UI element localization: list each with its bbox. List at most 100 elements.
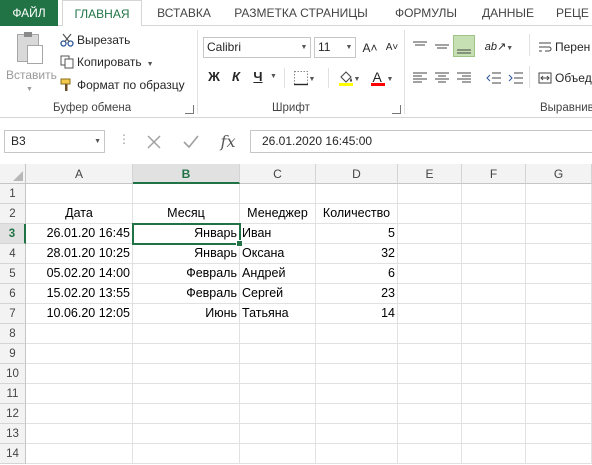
enter-button[interactable] [177, 130, 205, 153]
manager-cell[interactable]: Андрей [240, 264, 316, 284]
grid-cell[interactable] [316, 404, 398, 424]
month-cell[interactable]: Январь [133, 224, 240, 244]
row-header-5[interactable]: 5 [0, 264, 26, 284]
grid-cell[interactable] [526, 424, 592, 444]
align-bottom-button[interactable] [453, 35, 475, 57]
row-header-4[interactable]: 4 [0, 244, 26, 264]
row-header-10[interactable]: 10 [0, 364, 26, 384]
row-header-1[interactable]: 1 [0, 184, 26, 204]
quantity-cell[interactable]: 5 [316, 224, 398, 244]
date-cell[interactable]: 15.02.20 13:55 [26, 284, 133, 304]
grid-cell[interactable] [26, 324, 133, 344]
grid-cell[interactable] [240, 404, 316, 424]
grid-cell[interactable] [462, 344, 526, 364]
grid-cell[interactable] [462, 424, 526, 444]
month-cell[interactable]: Февраль [133, 264, 240, 284]
row-header-13[interactable]: 13 [0, 424, 26, 444]
insert-function-button[interactable]: fx [214, 130, 242, 153]
clipboard-launcher-icon[interactable] [185, 105, 194, 114]
grid-cell[interactable] [240, 184, 316, 204]
column-header-g[interactable]: G [526, 164, 592, 184]
grid-cell[interactable] [462, 444, 526, 464]
chevron-down-icon[interactable]: ▼ [147, 61, 154, 68]
grid-cell[interactable] [316, 444, 398, 464]
grid-cell[interactable] [398, 204, 462, 224]
orientation-button[interactable]: ab↗▼ [483, 35, 515, 57]
grid-cell[interactable] [316, 344, 398, 364]
column-header-e[interactable]: E [398, 164, 462, 184]
header-cell-date[interactable]: Дата [26, 204, 133, 224]
font-size-select[interactable]: 11 ▼ [314, 37, 356, 58]
column-header-f[interactable]: F [462, 164, 526, 184]
grid-cell[interactable] [240, 444, 316, 464]
shrink-font-button[interactable]: A˅ [381, 37, 403, 59]
grid-cell[interactable] [133, 324, 240, 344]
decrease-indent-button[interactable] [483, 66, 505, 88]
grid-cell[interactable] [398, 224, 462, 244]
grid-cell[interactable] [133, 384, 240, 404]
grid-cell[interactable] [240, 364, 316, 384]
borders-button[interactable]: ▼ [289, 66, 319, 88]
bold-button[interactable]: Ж [203, 66, 225, 88]
grid-cell[interactable] [240, 324, 316, 344]
row-header-9[interactable]: 9 [0, 344, 26, 364]
manager-cell[interactable]: Татьяна [240, 304, 316, 324]
grid-cell[interactable] [133, 424, 240, 444]
grid-cell[interactable] [462, 204, 526, 224]
row-header-3[interactable]: 3 [0, 224, 26, 244]
grid-cell[interactable] [26, 364, 133, 384]
date-cell[interactable]: 10.06.20 12:05 [26, 304, 133, 324]
grid-cell[interactable] [133, 364, 240, 384]
tab-review[interactable]: РЕЦЕ [556, 0, 592, 26]
cut-button[interactable]: Вырезать [60, 30, 130, 50]
font-name-select[interactable]: Calibri ▼ [203, 37, 311, 58]
grid-cell[interactable] [526, 184, 592, 204]
more-vertical-icon[interactable]: ⋮ [118, 132, 130, 146]
grid-cell[interactable] [398, 264, 462, 284]
row-header-11[interactable]: 11 [0, 384, 26, 404]
month-cell[interactable]: Июнь [133, 304, 240, 324]
row-header-6[interactable]: 6 [0, 284, 26, 304]
grid-cell[interactable] [26, 344, 133, 364]
column-header-c[interactable]: C [240, 164, 316, 184]
grid-cell[interactable] [398, 364, 462, 384]
month-cell[interactable]: Февраль [133, 284, 240, 304]
grid-cell[interactable] [26, 404, 133, 424]
fill-color-button[interactable]: ▼ [334, 66, 364, 88]
grid-cell[interactable] [133, 404, 240, 424]
grid-cell[interactable] [398, 244, 462, 264]
quantity-cell[interactable]: 32 [316, 244, 398, 264]
grid-cell[interactable] [462, 364, 526, 384]
grid-cell[interactable] [316, 384, 398, 404]
align-middle-button[interactable] [431, 35, 453, 57]
italic-button[interactable]: К [225, 66, 247, 88]
column-header-a[interactable]: A [26, 164, 133, 184]
column-header-d[interactable]: D [316, 164, 398, 184]
grid-cell[interactable] [526, 304, 592, 324]
merge-button[interactable]: Объед [538, 68, 592, 88]
header-cell-quantity[interactable]: Количество [316, 204, 398, 224]
underline-button[interactable]: Ч [247, 66, 269, 88]
grid-cell[interactable] [526, 204, 592, 224]
name-box[interactable]: B3 ▼ [4, 130, 105, 153]
grid-cell[interactable] [240, 424, 316, 444]
formula-input[interactable]: 26.01.2020 16:45:00 [250, 130, 592, 153]
header-cell-manager[interactable]: Менеджер [240, 204, 316, 224]
grid-cell[interactable] [316, 364, 398, 384]
date-cell[interactable]: 28.01.20 10:25 [26, 244, 133, 264]
grid-cell[interactable] [526, 324, 592, 344]
tab-page-layout[interactable]: РАЗМЕТКА СТРАНИЦЫ [226, 0, 376, 26]
grid-cell[interactable] [462, 184, 526, 204]
manager-cell[interactable]: Иван [240, 224, 316, 244]
grid-cell[interactable] [398, 404, 462, 424]
grid-cell[interactable] [398, 344, 462, 364]
grid-cell[interactable] [526, 384, 592, 404]
grid-cell[interactable] [526, 264, 592, 284]
grid-cell[interactable] [316, 184, 398, 204]
align-top-button[interactable] [409, 35, 431, 57]
grid-cell[interactable] [398, 424, 462, 444]
grid-cell[interactable] [398, 444, 462, 464]
grid-cell[interactable] [398, 384, 462, 404]
grid-cell[interactable] [526, 444, 592, 464]
grid-cell[interactable] [398, 304, 462, 324]
